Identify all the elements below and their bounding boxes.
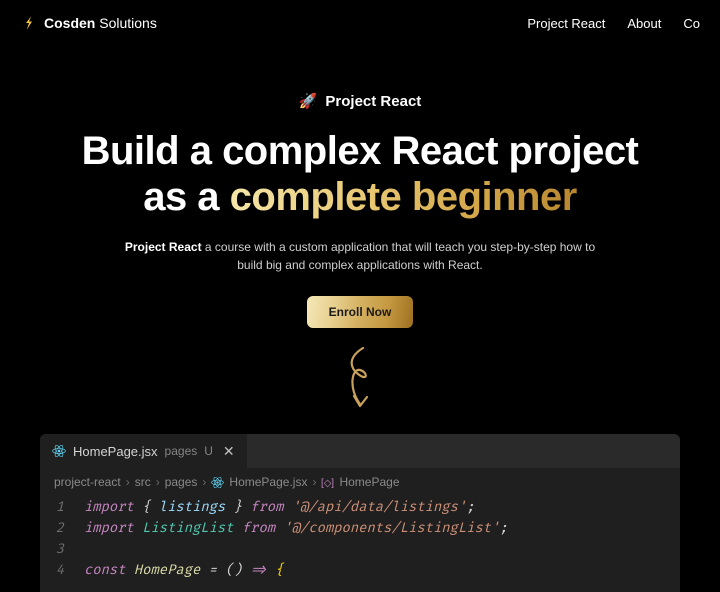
header: Cosden Solutions Project React About Co xyxy=(0,0,720,46)
editor-tab[interactable]: HomePage.jsx pages U ✕ xyxy=(40,434,247,468)
highlight-text: complete beginner xyxy=(230,175,577,219)
chevron-right-icon: › xyxy=(312,475,316,489)
breadcrumb-item[interactable]: HomePage.jsx xyxy=(229,475,307,489)
line-content: const HomePage = () => { xyxy=(84,561,283,582)
nav: Project React About Co xyxy=(527,16,700,31)
line-number: 1 xyxy=(40,498,84,519)
curly-arrow-icon xyxy=(340,346,380,416)
line-number: 3 xyxy=(40,540,84,561)
breadcrumb: project-react › src › pages › HomePage.j… xyxy=(40,468,680,496)
product-badge: 🚀 Project React xyxy=(299,92,422,110)
breadcrumb-item[interactable]: pages xyxy=(165,475,198,489)
code-line: 3 xyxy=(40,540,680,561)
editor-tab-bar: HomePage.jsx pages U ✕ xyxy=(40,434,680,468)
react-icon xyxy=(52,444,66,458)
symbol-icon: [◇] xyxy=(321,476,334,489)
line-number: 4 xyxy=(40,561,84,582)
svg-text:[◇]: [◇] xyxy=(321,477,334,488)
hero: 🚀 Project React Build a complex React pr… xyxy=(0,46,720,416)
nav-co[interactable]: Co xyxy=(683,16,700,31)
react-icon xyxy=(211,476,224,489)
tab-filename: HomePage.jsx xyxy=(73,444,158,459)
enroll-button[interactable]: Enroll Now xyxy=(307,296,414,328)
rocket-icon: 🚀 xyxy=(299,92,318,110)
chevron-right-icon: › xyxy=(202,475,206,489)
line-content: import { listings } from '@/api/data/lis… xyxy=(84,498,475,519)
line-content: import ListingList from '@/components/Li… xyxy=(84,519,508,540)
logo-icon xyxy=(20,14,38,32)
nav-about[interactable]: About xyxy=(627,16,661,31)
code-line: 2import ListingList from '@/components/L… xyxy=(40,519,680,540)
code-editor: HomePage.jsx pages U ✕ project-react › s… xyxy=(40,434,680,592)
logo[interactable]: Cosden Solutions xyxy=(20,14,157,32)
close-icon[interactable]: ✕ xyxy=(223,443,235,460)
code-line: 4const HomePage = () => { xyxy=(40,561,680,582)
chevron-right-icon: › xyxy=(156,475,160,489)
breadcrumb-item[interactable]: project-react xyxy=(54,475,121,489)
chevron-right-icon: › xyxy=(126,475,130,489)
line-number: 2 xyxy=(40,519,84,540)
breadcrumb-item[interactable]: src xyxy=(135,475,151,489)
hero-title: Build a complex React project as a compl… xyxy=(0,128,720,220)
badge-text: Project React xyxy=(325,93,421,110)
tab-status: U xyxy=(204,444,213,458)
code-area[interactable]: 1import { listings } from '@/api/data/li… xyxy=(40,496,680,592)
tab-folder: pages xyxy=(165,444,198,458)
nav-project-react[interactable]: Project React xyxy=(527,16,605,31)
code-line: 1import { listings } from '@/api/data/li… xyxy=(40,498,680,519)
logo-text: Cosden Solutions xyxy=(44,15,157,31)
arrow-decoration xyxy=(0,346,720,416)
breadcrumb-item[interactable]: HomePage xyxy=(339,475,399,489)
hero-subtitle: Project React a course with a custom app… xyxy=(120,238,600,274)
